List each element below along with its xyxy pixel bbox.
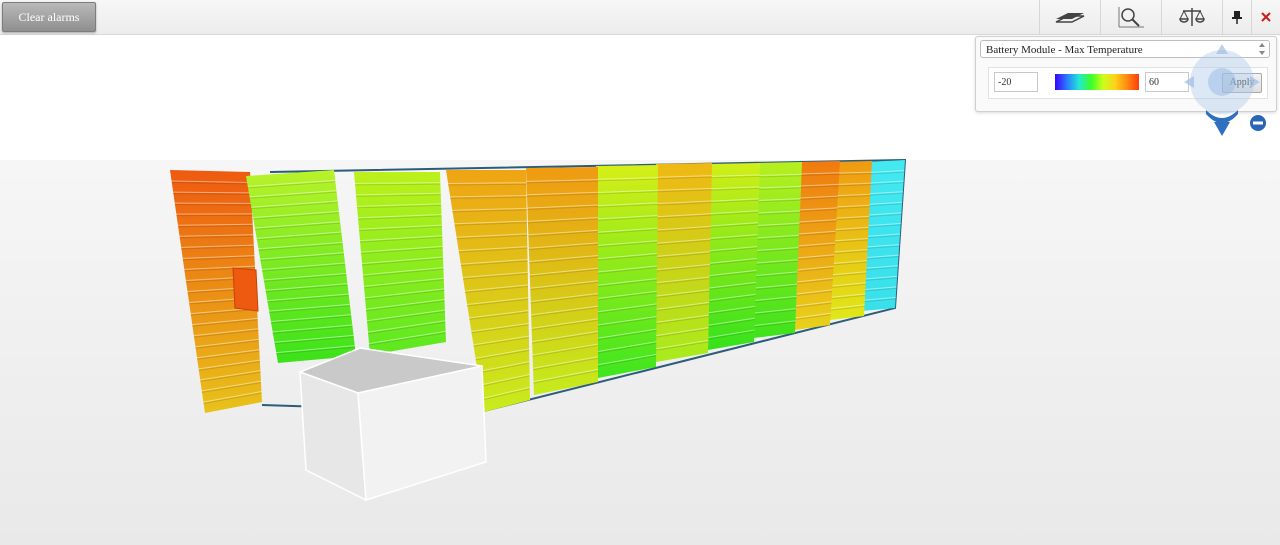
range-min-input[interactable]: -20	[994, 72, 1038, 92]
top-toolbar: Clear alarms	[0, 0, 1280, 35]
alarm-module[interactable]	[232, 267, 259, 312]
rack-05[interactable]	[526, 167, 599, 395]
rack-07[interactable]	[655, 163, 712, 362]
rack-09[interactable]	[754, 162, 802, 338]
layers-button[interactable]	[1039, 0, 1100, 34]
rack-08[interactable]	[708, 163, 760, 350]
pan-down-icon[interactable]	[1214, 122, 1230, 136]
close-icon	[1261, 12, 1271, 22]
rack-06[interactable]	[596, 165, 658, 378]
navigation-widget[interactable]	[1180, 40, 1272, 140]
pan-up-icon[interactable]	[1216, 44, 1228, 54]
close-button[interactable]	[1251, 0, 1280, 34]
scales-button[interactable]	[1161, 0, 1222, 34]
zoom-region-icon	[1118, 7, 1144, 28]
minus-icon	[1253, 121, 1263, 125]
pin-button[interactable]	[1222, 0, 1251, 34]
zoom-region-button[interactable]	[1100, 0, 1161, 34]
pin-icon	[1232, 11, 1242, 24]
metric-select-value: Battery Module - Max Temperature	[986, 44, 1143, 56]
view-tools	[1039, 0, 1280, 34]
pan-left-icon[interactable]	[1184, 76, 1194, 88]
color-scale-gradient	[1055, 74, 1139, 90]
layers-icon	[1055, 13, 1085, 23]
pan-center[interactable]	[1208, 68, 1236, 96]
pan-right-icon[interactable]	[1250, 76, 1260, 88]
scales-icon	[1179, 8, 1205, 26]
clear-alarms-button[interactable]: Clear alarms	[2, 2, 96, 32]
rack-03[interactable]	[354, 172, 446, 355]
